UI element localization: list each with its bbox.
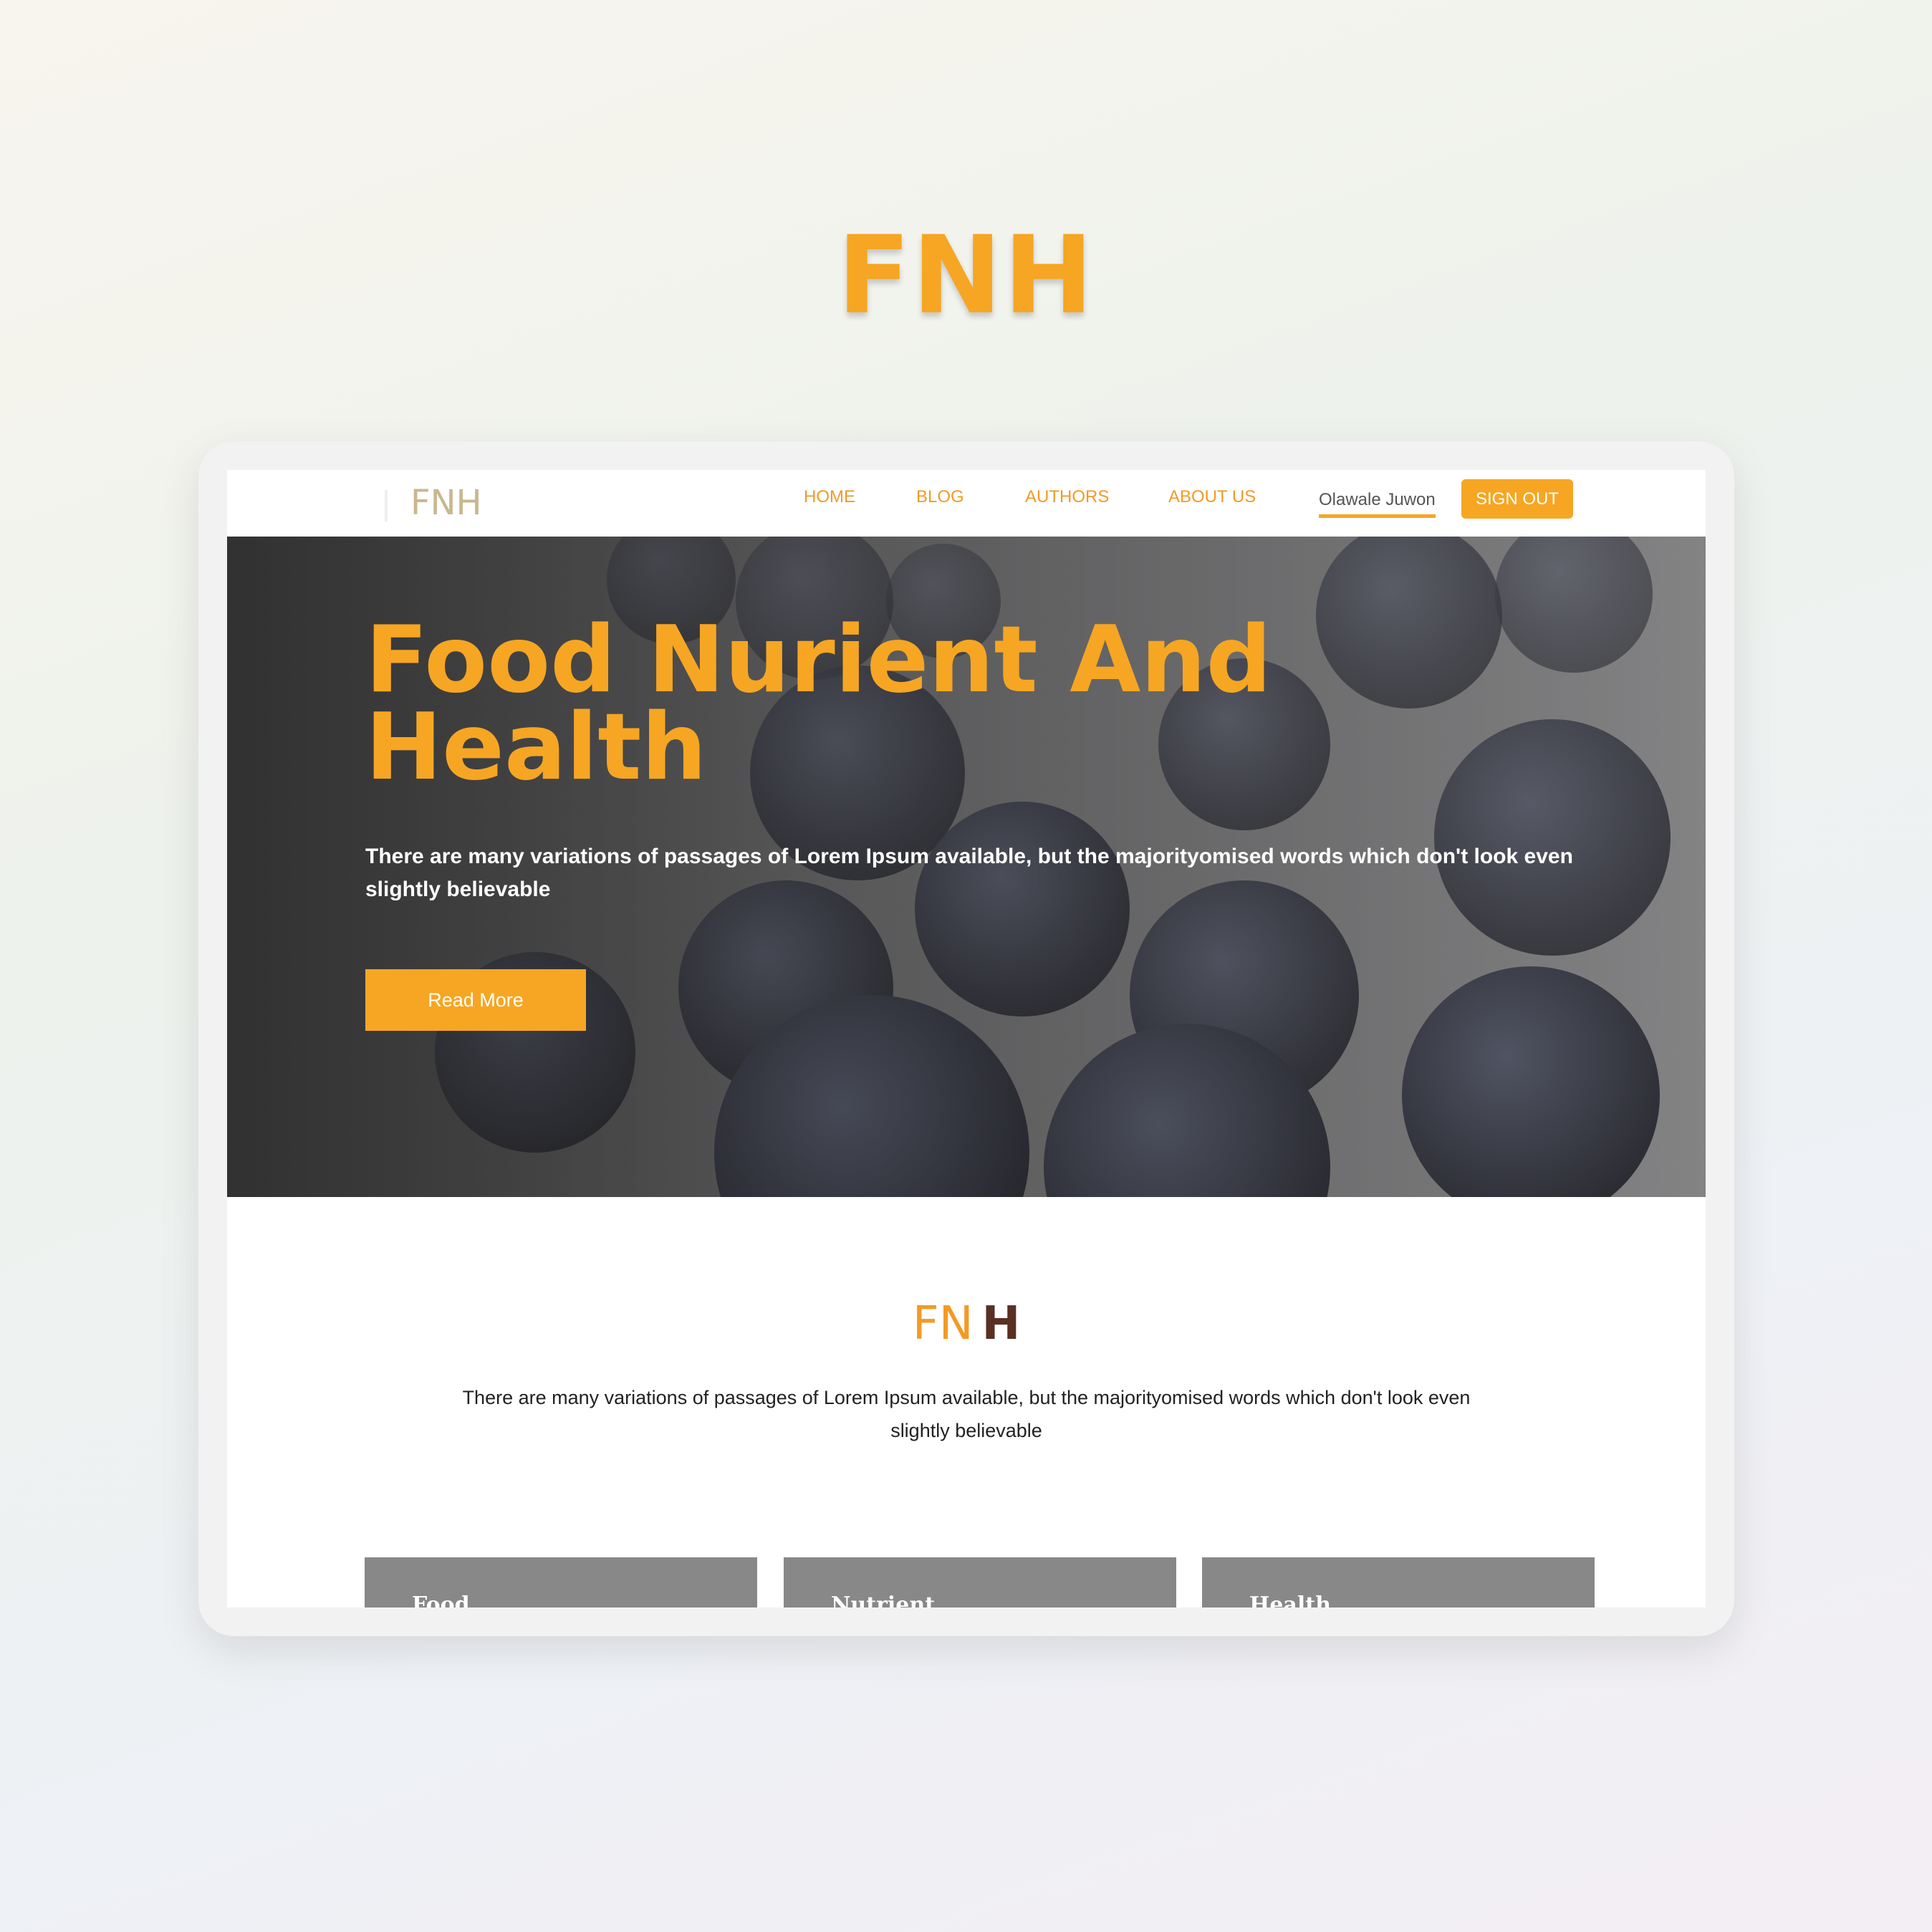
website-screen: FNH HOME BLOG AUTHORS ABOUT US Olawale J… bbox=[227, 470, 1706, 1607]
navbar: FNH HOME BLOG AUTHORS ABOUT US Olawale J… bbox=[227, 470, 1706, 537]
nav-authors[interactable]: AUTHORS bbox=[1025, 489, 1109, 506]
nav-about-us[interactable]: ABOUT US bbox=[1168, 489, 1256, 506]
intro-logo: FN H bbox=[227, 1301, 1706, 1347]
card-food[interactable]: Food bbox=[365, 1557, 757, 1607]
hero-section: Food Nurient And Health There are many v… bbox=[227, 537, 1706, 1197]
showcase-title: FNH bbox=[837, 213, 1095, 338]
card-nutrient[interactable]: Nutrient bbox=[784, 1557, 1176, 1607]
user-name-link[interactable]: Olawale Juwon bbox=[1319, 491, 1436, 518]
intro-logo-fn: FN bbox=[912, 1297, 974, 1350]
sign-out-button[interactable]: SIGN OUT bbox=[1461, 479, 1573, 519]
logo-divider bbox=[385, 490, 388, 522]
site-logo[interactable]: FNH bbox=[410, 486, 482, 520]
intro-logo-h: H bbox=[981, 1297, 1021, 1350]
hero-title-line2: Health bbox=[365, 694, 707, 801]
hero-description: There are many variations of passages of… bbox=[365, 845, 1573, 901]
read-more-button[interactable]: Read More bbox=[365, 969, 586, 1031]
card-title: Health bbox=[1249, 1592, 1331, 1608]
nav-blog[interactable]: BLOG bbox=[916, 489, 964, 506]
card-title: Food bbox=[412, 1592, 470, 1608]
intro-description: There are many variations of passages of… bbox=[462, 1387, 1471, 1441]
hero-title: Food Nurient And Health bbox=[365, 615, 1440, 794]
nav-home[interactable]: HOME bbox=[804, 489, 855, 506]
card-title: Nutrient bbox=[831, 1592, 936, 1608]
card-health[interactable]: Health bbox=[1202, 1557, 1595, 1607]
